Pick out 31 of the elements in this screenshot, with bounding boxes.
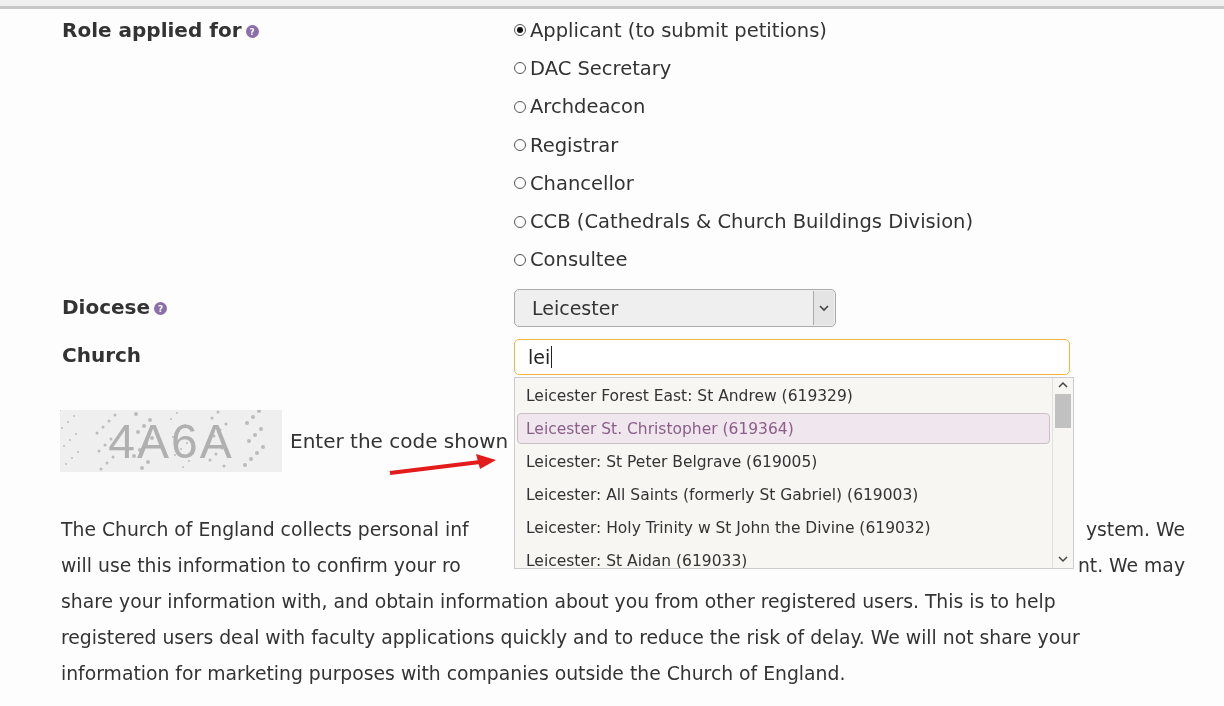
- suggestion-item[interactable]: Leicester: Holy Trinity w St John the Divine (619032): [517, 512, 1050, 544]
- notice-text: share your information with, and obtain information about you from other registered users. This is to help: [61, 590, 1057, 615]
- help-icon[interactable]: ?: [245, 25, 259, 38]
- radio-option[interactable]: Consultee: [514, 240, 1224, 280]
- radio-option[interactable]: Applicant (to submit petitions): [514, 11, 1224, 50]
- radio-option[interactable]: Archdeacon: [514, 87, 1224, 126]
- captcha-image: 4A6A: [60, 410, 282, 473]
- suggestion-item[interactable]: Leicester Forest East: St Andrew (619329): [517, 380, 1050, 412]
- notice-text: The Church of England collects personal inf: [61, 518, 469, 543]
- radio-option[interactable]: Registrar: [514, 125, 1224, 165]
- suggestion-item[interactable]: Leicester: All Saints (formerly St Gabriel) (619003): [517, 479, 1050, 511]
- scrollbar[interactable]: [1052, 378, 1073, 569]
- church-input[interactable]: lei: [514, 339, 1070, 376]
- radio-option[interactable]: DAC Secretary: [514, 49, 1224, 88]
- field-label: Diocese: [62, 295, 151, 320]
- suggestion-item[interactable]: Leicester: St Peter Belgrave (619005): [517, 446, 1050, 478]
- diocese-select[interactable]: Leicester: [514, 289, 836, 328]
- radio-option[interactable]: CCB (Cathedrals & Church Buildings Division): [514, 202, 1224, 241]
- notice-text: information for marketing purposes with companies outside the Church of England.: [61, 662, 847, 687]
- radio-option[interactable]: Chancellor: [514, 164, 1224, 203]
- notice-text: nt. We may: [1077, 554, 1185, 579]
- notice-text: ystem. We: [1085, 518, 1185, 543]
- scrollbar-thumb[interactable]: [1055, 394, 1071, 429]
- notice-text: registered users deal with faculty applications quickly and to reduce the risk of delay. We will not share your: [61, 626, 1081, 651]
- notice-text: will use this information to confirm your ro: [61, 554, 461, 579]
- suggestion-item[interactable]: Leicester: St Aidan (619033): [517, 545, 1050, 569]
- field-label: Role applied for: [62, 18, 242, 42]
- help-icon[interactable]: ?: [154, 302, 168, 316]
- captcha-prompt: Enter the code shown: [290, 429, 509, 454]
- suggestion-item[interactable]: Leicester St. Christopher (619364): [517, 413, 1050, 445]
- field-label: Church: [62, 343, 142, 368]
